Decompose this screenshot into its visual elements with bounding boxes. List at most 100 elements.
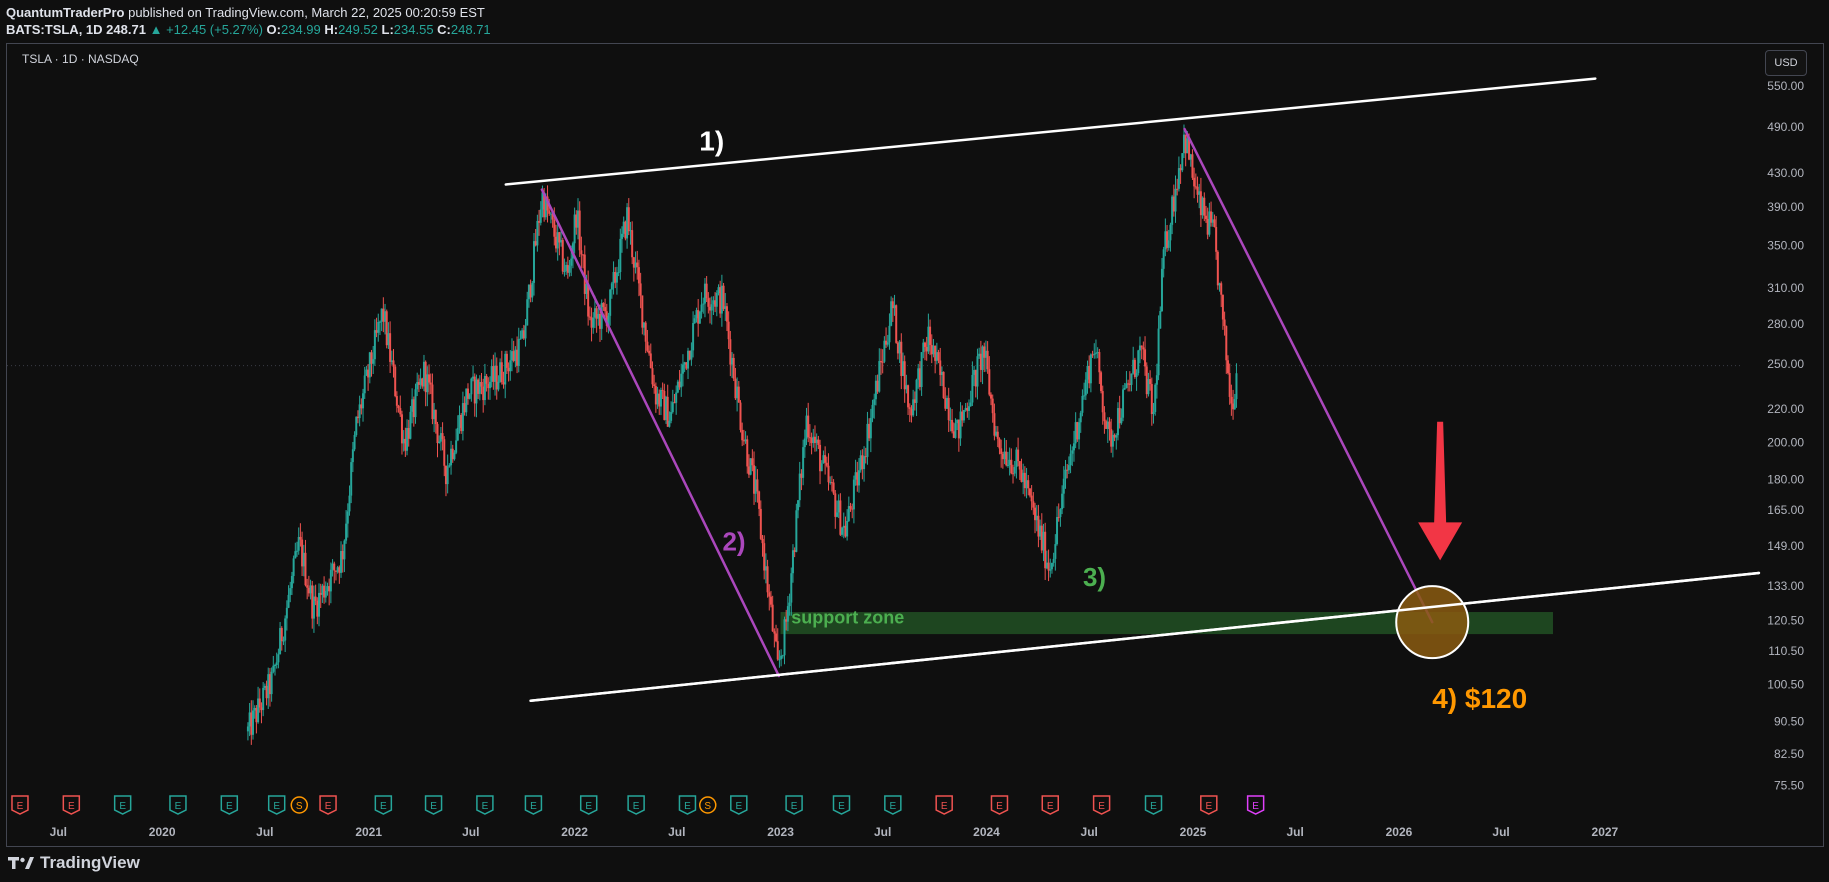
price-chart[interactable]: 550.00 490.00 430.00 390.00 350.00 310.00 280.…	[7, 44, 1823, 846]
candle-body	[446, 466, 449, 485]
marker-letter: E	[684, 801, 691, 812]
candle-body	[1078, 422, 1081, 440]
candle-body	[274, 665, 277, 667]
candle-body	[727, 321, 730, 340]
close-label: C:	[437, 22, 451, 37]
publish-info: published on TradingView.com, March 22, …	[128, 5, 485, 20]
marker-letter: S	[704, 801, 711, 812]
candle-body	[881, 361, 884, 363]
candle-body	[715, 292, 718, 307]
y-tick-label: 390.00	[1767, 200, 1804, 214]
candle-body	[644, 322, 647, 342]
candle-body	[670, 412, 673, 421]
marker-letter: E	[17, 801, 24, 812]
candle-body	[578, 210, 581, 251]
candle-body	[448, 465, 451, 467]
candle-body	[1181, 153, 1184, 171]
publisher-name[interactable]: QuantumTraderPro	[6, 5, 124, 20]
candle-body	[436, 424, 439, 443]
candle-body	[1235, 373, 1238, 400]
candle-body	[1013, 467, 1016, 474]
symbol-info: BATS:TSLA, 1D	[6, 22, 103, 37]
candle-body	[294, 551, 297, 559]
candle-body	[886, 342, 889, 345]
candle-body	[646, 341, 649, 351]
annotation-label-1: 1)	[699, 126, 724, 157]
y-tick-label: 110.50	[1768, 644, 1804, 658]
candle-body	[428, 374, 431, 383]
candle-body	[722, 285, 725, 309]
candle-body	[741, 429, 744, 441]
candle-body	[827, 465, 830, 483]
candle-body	[485, 375, 488, 384]
candle-body	[895, 305, 898, 343]
candle-body	[333, 563, 336, 571]
candle-body	[1017, 449, 1020, 462]
candle-body	[519, 338, 522, 340]
candle-body	[739, 402, 742, 430]
candle-body	[610, 283, 613, 290]
tradingview-logo-text[interactable]: TradingView	[40, 853, 140, 873]
candle-body	[976, 356, 979, 387]
candle-body	[1081, 395, 1084, 413]
high-label: H:	[324, 22, 339, 37]
candle-body	[1056, 517, 1059, 545]
candle-body	[362, 393, 365, 409]
chart-area[interactable]: 550.00 490.00 430.00 390.00 350.00 310.00 280.…	[6, 43, 1824, 847]
candle-body	[627, 207, 630, 232]
marker-letter: E	[530, 801, 537, 812]
candle-body	[781, 655, 784, 657]
y-tick-label: 280.00	[1767, 317, 1804, 331]
candle-body	[517, 339, 520, 366]
candle-body	[852, 479, 855, 510]
candle-body	[1049, 569, 1052, 571]
candle-body	[1067, 465, 1070, 471]
candle-body	[1108, 421, 1111, 430]
currency-button[interactable]: USD	[1765, 50, 1807, 76]
y-tick-label: 350.00	[1767, 238, 1804, 252]
candle-body	[1120, 417, 1123, 424]
candle-body	[732, 357, 735, 379]
y-tick-label: 200.00	[1767, 435, 1804, 449]
candle-body	[671, 402, 674, 413]
candle-body	[350, 462, 353, 496]
candle-body	[790, 573, 793, 603]
candle-body	[857, 470, 860, 486]
candle-body	[649, 353, 652, 369]
candle-body	[766, 566, 769, 593]
candle-body	[1230, 396, 1233, 404]
candle-body	[468, 394, 471, 399]
x-tick-label: 2025	[1180, 825, 1207, 839]
y-tick-label: 490.00	[1767, 120, 1804, 134]
candle-body	[299, 536, 302, 540]
tradingview-logo-icon[interactable]	[8, 856, 34, 870]
candle-body	[1144, 349, 1147, 367]
candle-body	[802, 447, 805, 478]
down-arrow-icon	[1418, 421, 1463, 561]
candle-body	[653, 384, 656, 387]
candle-body	[1169, 224, 1172, 241]
header-bar: QuantumTraderPro published on TradingVie…	[6, 4, 1806, 38]
candle-body	[1149, 379, 1152, 385]
candle-body	[392, 360, 395, 367]
candle-body	[373, 330, 376, 360]
marker-letter: E	[273, 801, 280, 812]
candle-body	[986, 350, 989, 370]
candle-body	[947, 397, 950, 421]
candle-body	[824, 455, 827, 463]
candle-body	[878, 361, 881, 392]
candle-body	[1028, 488, 1031, 496]
purple-trend-line-2024	[1183, 127, 1434, 624]
candle-body	[969, 402, 972, 407]
candle-body	[1216, 251, 1219, 286]
candle-body	[1203, 197, 1206, 216]
candle-body	[270, 671, 273, 695]
candle-body	[791, 550, 794, 574]
candle-body	[693, 318, 696, 324]
y-tick-label: 250.00	[1767, 357, 1804, 371]
candle-body	[661, 389, 664, 391]
x-tick-label: 2021	[355, 825, 382, 839]
marker-letter: E	[1205, 801, 1212, 812]
marker-letter: E	[1150, 801, 1157, 812]
low-value: 234.55	[393, 22, 434, 37]
